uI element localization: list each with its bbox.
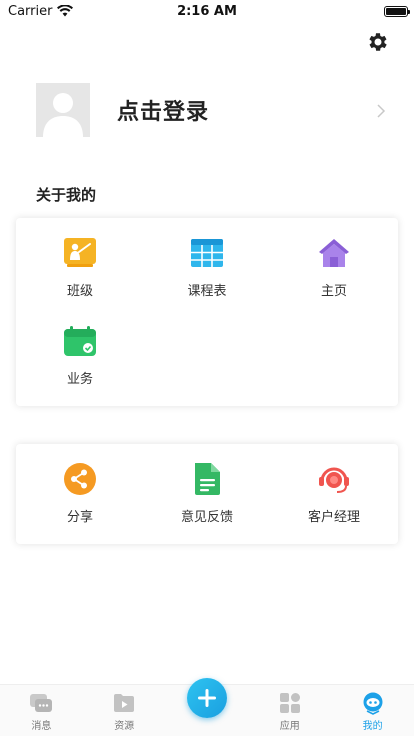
about-card: 班级 课程表 主页 业务 <box>16 218 398 406</box>
add-button[interactable] <box>187 678 227 718</box>
resource-icon <box>114 694 135 712</box>
schedule-icon <box>191 239 223 267</box>
tab-label: 资源 <box>114 721 135 732</box>
grid-item-share[interactable]: 分享 <box>16 462 144 525</box>
apps-icon <box>279 693 300 713</box>
more-card: 分享 意见反馈 客户经理 <box>16 444 398 544</box>
tab-mine[interactable]: 我的 <box>331 685 414 736</box>
login-prompt[interactable]: 点击登录 <box>117 94 209 126</box>
tab-resources[interactable]: 资源 <box>83 685 166 736</box>
message-icon <box>30 694 53 712</box>
class-icon <box>64 238 96 267</box>
gear-icon[interactable] <box>366 30 390 54</box>
status-time: 2:16 AM <box>177 3 237 19</box>
grid-item-account-manager[interactable]: 客户经理 <box>270 462 398 525</box>
tab-label: 我的 <box>362 721 383 732</box>
grid-item-business[interactable]: 业务 <box>16 324 144 387</box>
share-icon <box>64 463 96 495</box>
tab-label: 应用 <box>279 721 300 732</box>
grid-label: 分享 <box>66 510 93 525</box>
default-avatar-icon <box>43 93 83 137</box>
status-bar: Carrier 2:16 AM <box>0 0 414 22</box>
grid-label: 意见反馈 <box>180 510 233 525</box>
avatar <box>36 83 90 137</box>
grid-label: 主页 <box>320 284 347 299</box>
battery-icon <box>384 5 410 17</box>
grid-item-class[interactable]: 班级 <box>16 236 144 299</box>
tab-apps[interactable]: 应用 <box>248 685 331 736</box>
chevron-right-icon <box>377 104 386 118</box>
grid-item-feedback[interactable]: 意见反馈 <box>143 462 271 525</box>
headset-icon <box>319 467 349 493</box>
plus-icon <box>198 689 216 707</box>
grid-label: 客户经理 <box>307 510 360 525</box>
mine-icon <box>363 692 383 715</box>
grid-item-schedule[interactable]: 课程表 <box>143 236 271 299</box>
grid-label: 业务 <box>66 372 93 387</box>
business-icon <box>64 326 96 356</box>
profile-login-row[interactable]: 点击登录 <box>36 82 392 138</box>
home-icon <box>319 239 349 267</box>
grid-item-home[interactable]: 主页 <box>270 236 398 299</box>
grid-label: 课程表 <box>187 284 227 299</box>
section-title-about: 关于我的 <box>36 186 97 204</box>
grid-label: 班级 <box>66 284 93 299</box>
tab-messages[interactable]: 消息 <box>0 685 83 736</box>
feedback-icon <box>195 463 220 495</box>
tab-label: 消息 <box>31 721 52 732</box>
